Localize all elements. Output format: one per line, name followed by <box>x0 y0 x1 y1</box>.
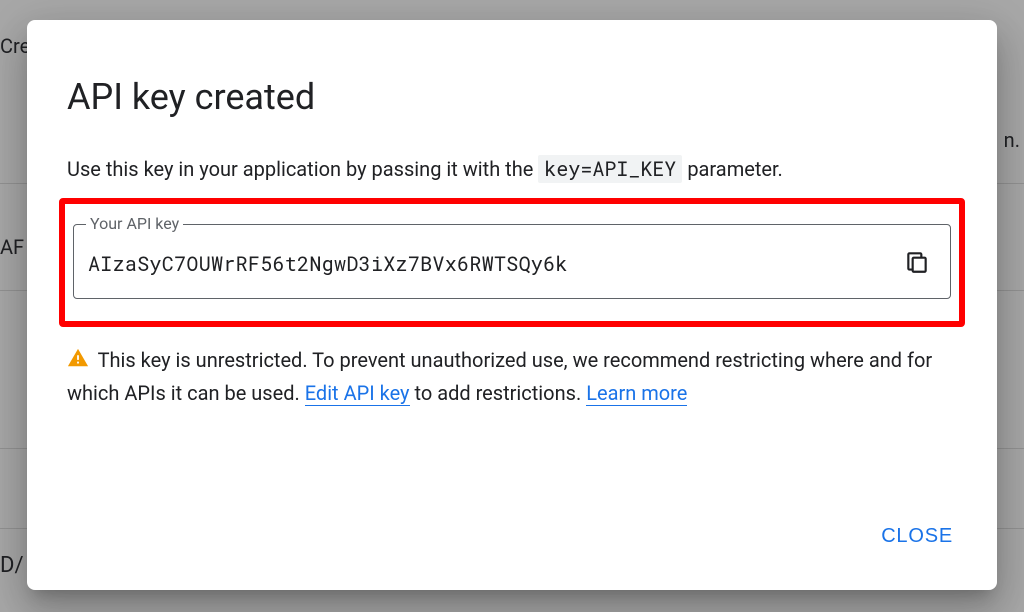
dialog-description: Use this key in your application by pass… <box>67 156 965 182</box>
highlight-annotation: Your API key AIzaSyC7OUWrRF56t2NgwD3iXz7… <box>59 198 965 327</box>
background-text-fragment: n. <box>1004 128 1020 152</box>
api-key-field: Your API key AIzaSyC7OUWrRF56t2NgwD3iXz7… <box>73 224 951 299</box>
dialog-actions: CLOSE <box>59 495 965 558</box>
warning-icon <box>67 347 89 378</box>
warning-text-mid: to add restrictions. <box>410 381 587 405</box>
description-code-param: key=API_KEY <box>538 155 682 183</box>
api-key-created-dialog: API key created Use this key in your app… <box>27 20 997 590</box>
dialog-title: API key created <box>67 76 965 118</box>
api-key-field-label: Your API key <box>86 214 183 233</box>
background-text-fragment: D/ <box>0 553 24 578</box>
edit-api-key-link[interactable]: Edit API key <box>305 381 410 406</box>
warning-message: This key is unrestricted. To prevent una… <box>67 345 957 409</box>
api-key-value[interactable]: AIzaSyC7OUWrRF56t2NgwD3iXz7BVx6RWTSQy6k <box>88 251 898 277</box>
description-text-suffix: parameter. <box>687 157 783 181</box>
close-button[interactable]: CLOSE <box>869 515 965 558</box>
description-text-prefix: Use this key in your application by pass… <box>67 157 538 181</box>
learn-more-link[interactable]: Learn more <box>586 381 687 406</box>
background-text-fragment: Cre <box>0 34 30 58</box>
copy-icon <box>904 249 930 278</box>
background-text-fragment: AF <box>0 235 24 259</box>
copy-api-key-button[interactable] <box>898 243 936 284</box>
